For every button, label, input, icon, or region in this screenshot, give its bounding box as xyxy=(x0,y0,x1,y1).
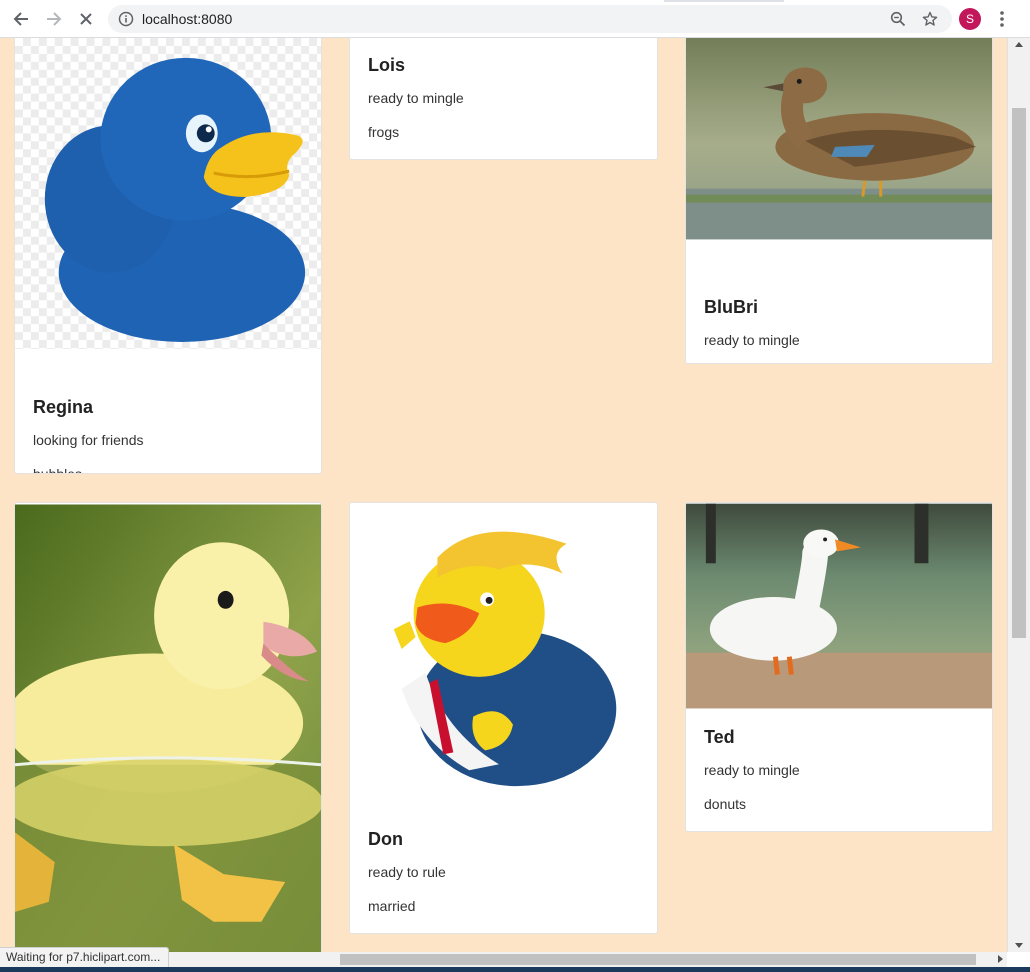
more-vert-icon[interactable] xyxy=(996,10,1008,28)
duck-status: looking for friends xyxy=(33,432,144,448)
duck-card[interactable]: Don ready to rule married xyxy=(349,502,658,934)
duck-interest: frogs xyxy=(368,124,400,140)
yellow-duckling-image xyxy=(15,504,321,952)
duck-card[interactable]: BluBri ready to mingle vegan xyxy=(685,38,993,364)
address-bar[interactable]: localhost:8080 xyxy=(108,5,952,33)
blue-rubber-duck-image xyxy=(15,38,321,349)
duck-status: ready to mingle xyxy=(704,332,800,348)
stop-loading-button[interactable] xyxy=(74,7,98,31)
zoom-icon[interactable] xyxy=(890,11,906,27)
forward-button[interactable] xyxy=(42,7,66,31)
duck-card[interactable]: Ted ready to mingle donuts xyxy=(685,502,993,832)
duck-name: Regina xyxy=(33,397,94,417)
os-taskbar-edge xyxy=(0,967,1030,972)
scrollbar-thumb[interactable] xyxy=(1012,108,1026,638)
back-button[interactable] xyxy=(9,7,33,31)
active-tab-edge xyxy=(664,0,784,2)
loading-status: Waiting for p7.hiclipart.com... xyxy=(0,947,170,968)
duck-card[interactable] xyxy=(14,502,322,952)
scroll-down-icon[interactable] xyxy=(1015,943,1023,948)
duck-name: Ted xyxy=(704,727,735,747)
duck-interest: bubbles xyxy=(33,466,83,474)
arrow-right-icon xyxy=(47,12,62,26)
close-icon xyxy=(80,13,92,25)
info-icon[interactable] xyxy=(118,11,134,27)
duck-card[interactable]: Lois ready to mingle frogs xyxy=(349,38,658,160)
vertical-scrollbar[interactable] xyxy=(1007,38,1030,952)
duck-name: BluBri xyxy=(704,297,758,317)
page-viewport: Regina looking for friends bubbles Lois … xyxy=(0,38,1007,952)
politician-rubber-duck-image xyxy=(350,504,657,812)
duck-status: ready to rule xyxy=(368,864,446,880)
brown-mallard-duck-image xyxy=(686,38,992,240)
duck-name: Don xyxy=(368,829,403,849)
duck-name: Lois xyxy=(368,55,406,75)
duck-status: ready to mingle xyxy=(368,90,464,106)
browser-toolbar: localhost:8080 S xyxy=(0,0,1030,38)
scroll-up-icon[interactable] xyxy=(1015,42,1023,47)
scroll-right-icon[interactable] xyxy=(998,955,1003,963)
duck-interest: donuts xyxy=(704,796,747,812)
white-pekin-duck-image xyxy=(686,503,992,709)
duck-card[interactable]: Regina looking for friends bubbles xyxy=(14,38,322,474)
duck-status: ready to mingle xyxy=(704,762,800,778)
star-bookmark-icon[interactable] xyxy=(922,11,938,27)
arrow-left-icon xyxy=(13,12,28,26)
profile-avatar[interactable]: S xyxy=(959,8,981,30)
url-text[interactable]: localhost:8080 xyxy=(142,11,232,27)
duck-interest: married xyxy=(368,898,416,914)
scrollbar-thumb[interactable] xyxy=(340,954,976,965)
